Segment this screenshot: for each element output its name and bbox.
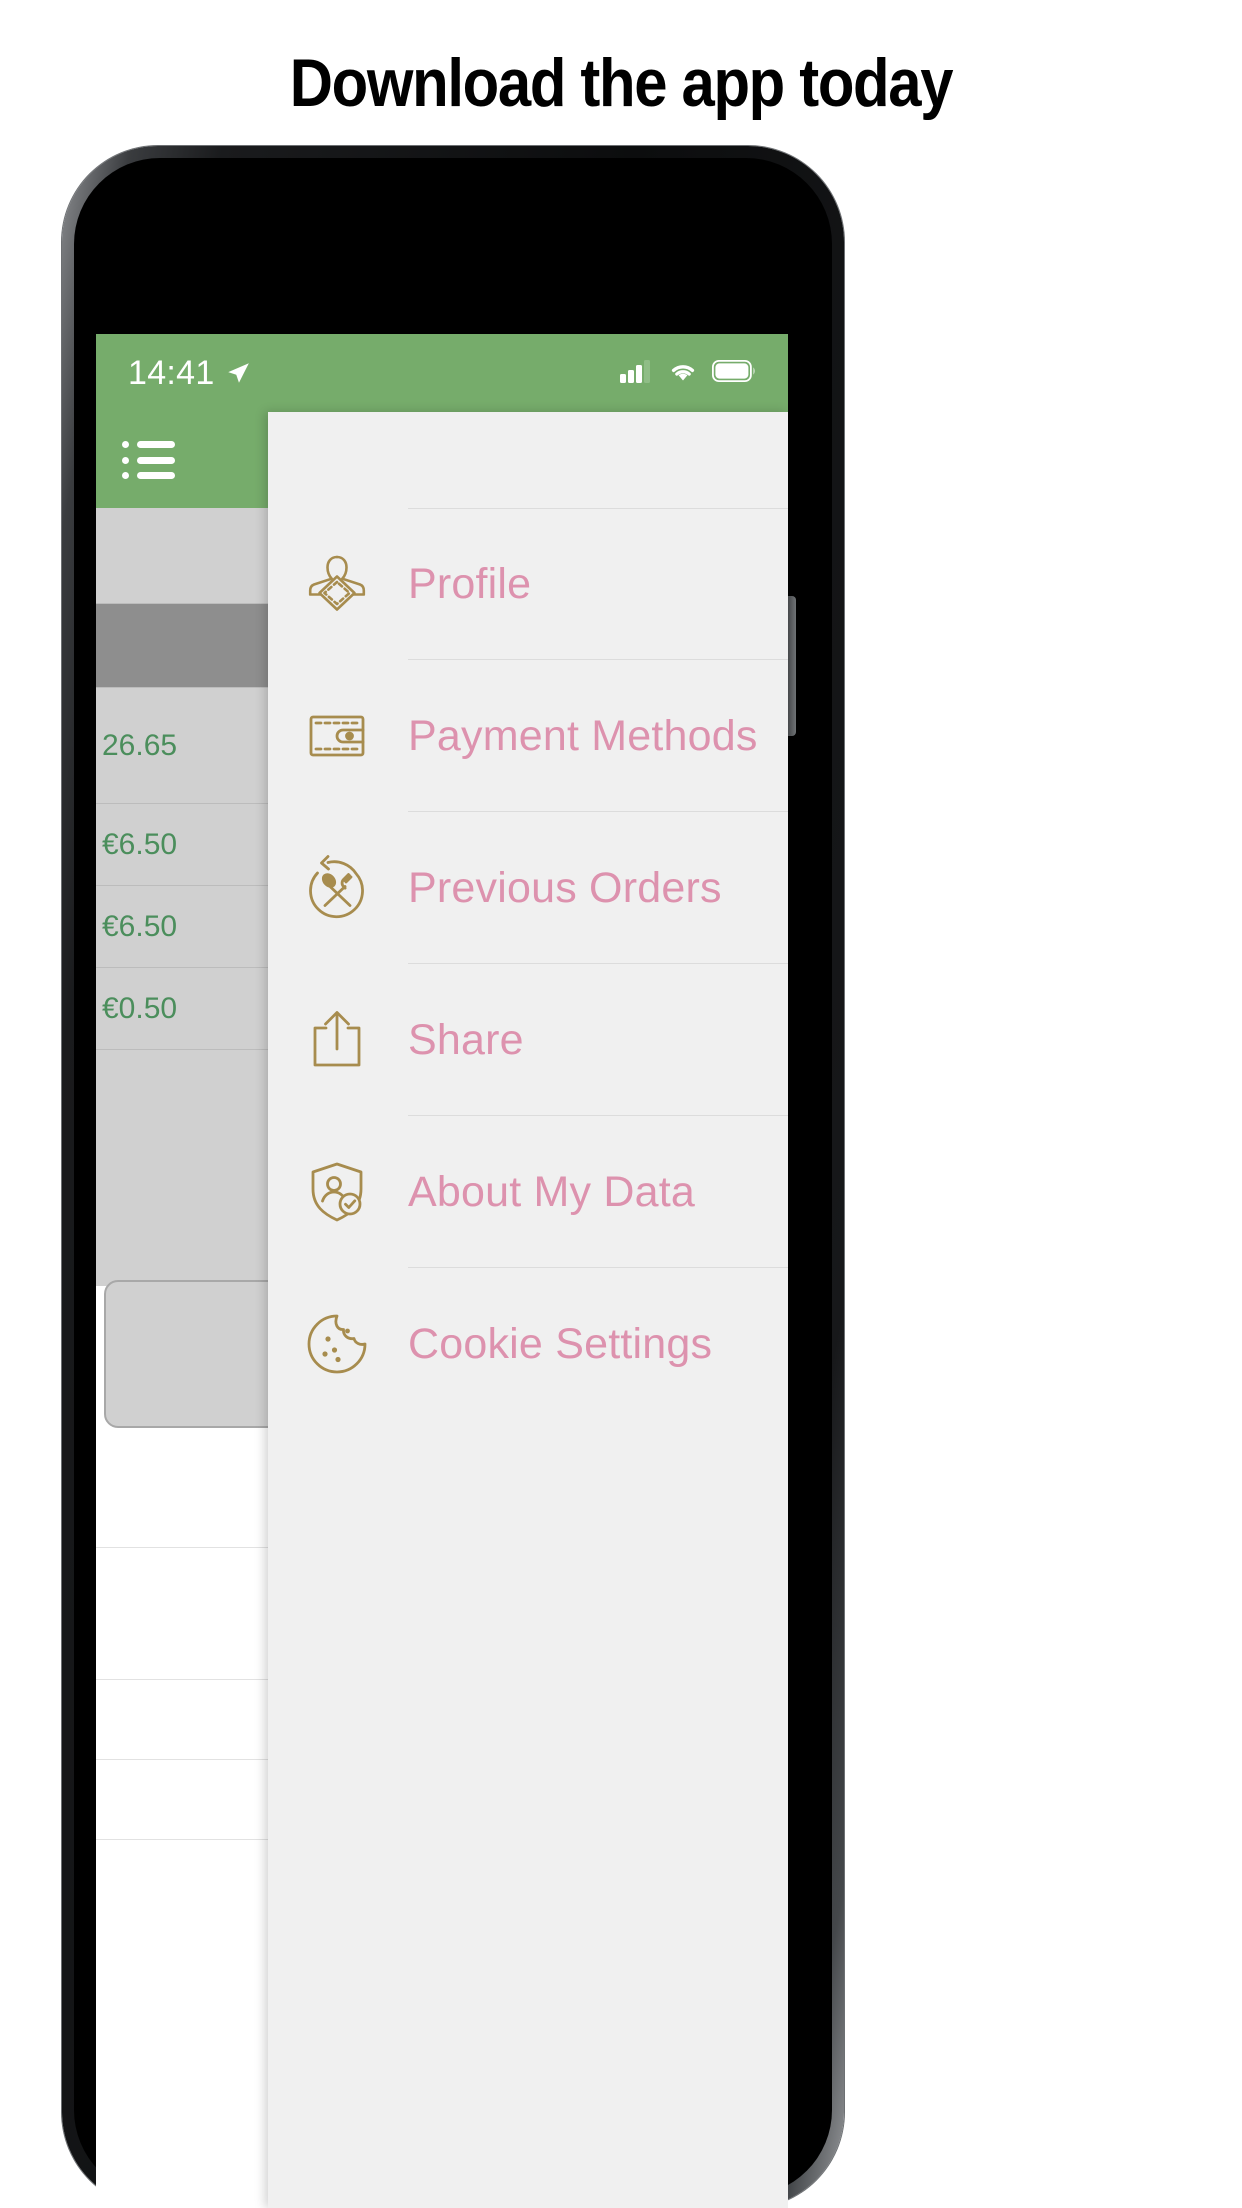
menu-item-previous-orders[interactable]: Previous Orders bbox=[268, 812, 788, 964]
bullet-dot bbox=[122, 472, 129, 479]
hamburger-row bbox=[122, 456, 182, 464]
share-upload-icon bbox=[302, 1005, 372, 1075]
order-price: 26.65 bbox=[102, 728, 178, 762]
divider bbox=[408, 508, 788, 509]
phone-screen: 26.65 €6.50 €6.50 €0.50 14:41 Profile Pa… bbox=[96, 334, 788, 2208]
battery-icon bbox=[711, 359, 756, 387]
menu-item-payment-methods[interactable]: Payment Methods bbox=[268, 660, 788, 812]
profile-person-icon bbox=[302, 549, 372, 619]
menu-item-share[interactable]: Share bbox=[268, 964, 788, 1116]
order-price: €6.50 bbox=[102, 909, 178, 943]
navigation-drawer: Profile Payment Methods Previous Orders … bbox=[268, 412, 788, 2208]
hamburger-list-icon[interactable] bbox=[122, 436, 182, 484]
order-price: €0.50 bbox=[102, 991, 178, 1025]
order-summary-card[interactable] bbox=[104, 1280, 284, 1428]
order-price: €6.50 bbox=[102, 827, 178, 861]
menu-item-label: Payment Methods bbox=[408, 711, 758, 760]
hamburger-row bbox=[122, 441, 182, 448]
bullet-line bbox=[137, 456, 175, 464]
location-arrow-icon bbox=[225, 360, 251, 386]
page-title: Download the app today bbox=[289, 45, 954, 121]
shield-person-check-icon bbox=[302, 1157, 372, 1227]
menu-item-cookie-settings[interactable]: Cookie Settings bbox=[268, 1268, 788, 1420]
status-bar-left: 14:41 bbox=[128, 354, 251, 393]
bullet-line bbox=[137, 441, 175, 448]
bullet-dot bbox=[122, 456, 129, 464]
menu-item-label: Share bbox=[408, 1015, 524, 1064]
cookie-icon bbox=[302, 1309, 372, 1379]
status-bar: 14:41 bbox=[96, 334, 788, 412]
menu-item-label: Profile bbox=[408, 559, 532, 608]
menu-item-label: About My Data bbox=[408, 1167, 696, 1216]
cutlery-refresh-icon bbox=[302, 853, 372, 923]
bullet-line bbox=[137, 472, 175, 479]
wallet-icon bbox=[302, 701, 372, 771]
menu-item-profile[interactable]: Profile bbox=[268, 508, 788, 660]
status-time: 14:41 bbox=[128, 353, 215, 392]
drawer-header-spacer bbox=[268, 412, 788, 508]
page-root: Download the app today 26.65 €6.50 €6.50 bbox=[0, 0, 1242, 2208]
menu-item-label: Cookie Settings bbox=[408, 1319, 713, 1368]
wifi-icon bbox=[667, 359, 699, 388]
menu-item-about-my-data[interactable]: About My Data bbox=[268, 1116, 788, 1268]
hamburger-row bbox=[122, 472, 182, 479]
cellular-signal-icon bbox=[620, 359, 654, 388]
status-bar-right bbox=[620, 359, 756, 388]
bullet-dot bbox=[122, 441, 129, 448]
menu-item-label: Previous Orders bbox=[408, 863, 722, 912]
